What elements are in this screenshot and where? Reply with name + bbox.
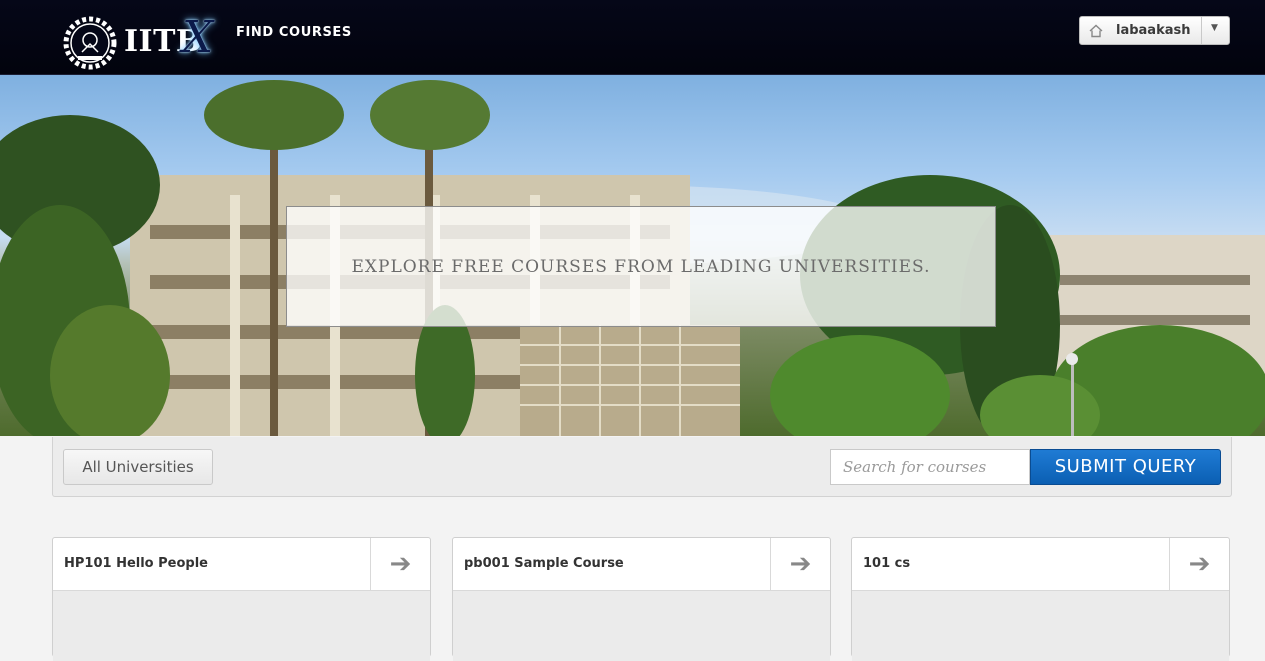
user-menu-button[interactable]: labaakash ▼ bbox=[1079, 16, 1230, 45]
course-card-header: 101 cs ➔ bbox=[852, 538, 1229, 591]
chevron-down-icon[interactable]: ▼ bbox=[1211, 23, 1218, 33]
site-header: IITB X FIND COURSES labaakash ▼ bbox=[0, 0, 1265, 75]
home-icon bbox=[1089, 24, 1103, 38]
iitb-seal-icon bbox=[63, 16, 117, 70]
arrow-right-icon[interactable]: ➔ bbox=[770, 538, 830, 590]
hero-banner: EXPLORE FREE COURSES FROM LEADING UNIVER… bbox=[0, 75, 1265, 436]
course-title[interactable]: 101 cs bbox=[863, 556, 910, 571]
course-card-header: HP101 Hello People ➔ bbox=[53, 538, 430, 591]
course-title[interactable]: pb001 Sample Course bbox=[464, 556, 624, 571]
user-menu-divider bbox=[1201, 17, 1202, 44]
iitbx-logo[interactable]: IITB X bbox=[60, 12, 225, 72]
course-card[interactable]: HP101 Hello People ➔ bbox=[52, 537, 431, 661]
search-input[interactable] bbox=[830, 449, 1030, 485]
nav-find-courses[interactable]: FIND COURSES bbox=[236, 25, 352, 40]
course-title[interactable]: HP101 Hello People bbox=[64, 556, 208, 571]
logo-x: X bbox=[182, 12, 214, 63]
hero-message-box: EXPLORE FREE COURSES FROM LEADING UNIVER… bbox=[286, 206, 996, 327]
course-card-body bbox=[852, 591, 1229, 661]
course-card-header: pb001 Sample Course ➔ bbox=[453, 538, 830, 591]
hero-title: EXPLORE FREE COURSES FROM LEADING UNIVER… bbox=[351, 257, 931, 277]
course-card-body bbox=[53, 591, 430, 661]
course-card-body bbox=[453, 591, 830, 661]
universities-filter-button[interactable]: All Universities bbox=[63, 449, 213, 485]
course-card[interactable]: 101 cs ➔ bbox=[851, 537, 1230, 661]
username: labaakash bbox=[1116, 23, 1191, 38]
course-filter-bar: All Universities SUBMIT QUERY bbox=[52, 437, 1232, 497]
submit-query-button[interactable]: SUBMIT QUERY bbox=[1030, 449, 1221, 485]
arrow-right-icon[interactable]: ➔ bbox=[1169, 538, 1229, 590]
arrow-right-icon[interactable]: ➔ bbox=[370, 538, 430, 590]
course-card[interactable]: pb001 Sample Course ➔ bbox=[452, 537, 831, 661]
